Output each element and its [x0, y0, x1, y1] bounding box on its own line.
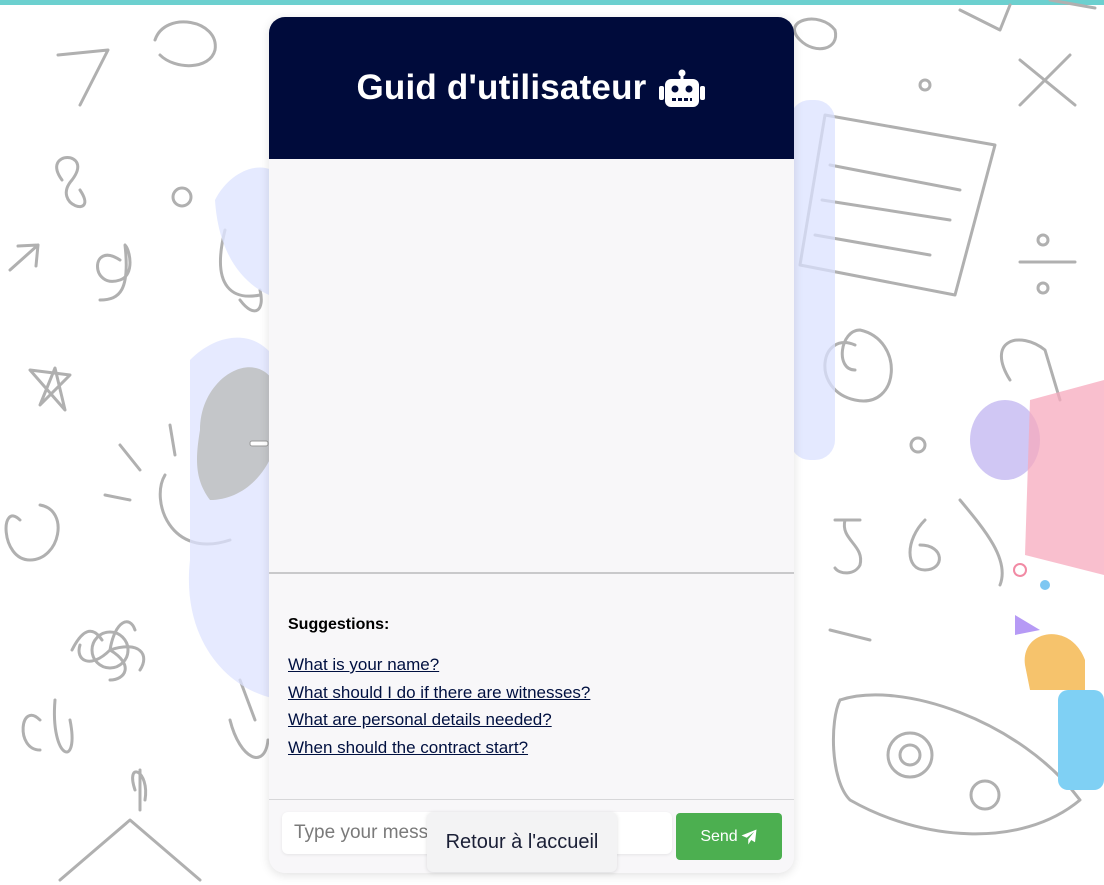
suggestions-panel: Suggestions: What is your name? What sho…: [288, 616, 590, 761]
suggestion-link[interactable]: What are personal details needed?: [288, 706, 590, 734]
suggestion-link[interactable]: What is your name?: [288, 651, 590, 679]
chat-title: Guid d'utilisateur: [356, 68, 647, 107]
home-button[interactable]: Retour à l'accueil: [427, 812, 617, 872]
suggestion-link[interactable]: What should I do if there are witnesses?: [288, 679, 590, 707]
send-button[interactable]: Send: [676, 813, 782, 860]
robot-icon: [657, 69, 707, 109]
suggestions-divider: [269, 572, 794, 574]
paper-plane-icon: [741, 829, 757, 844]
send-button-label: Send: [700, 827, 738, 845]
suggestion-link[interactable]: When should the contract start?: [288, 734, 590, 762]
messages-area[interactable]: [269, 159, 794, 572]
chat-header: Guid d'utilisateur: [269, 17, 794, 159]
suggestions-title: Suggestions:: [288, 616, 390, 633]
